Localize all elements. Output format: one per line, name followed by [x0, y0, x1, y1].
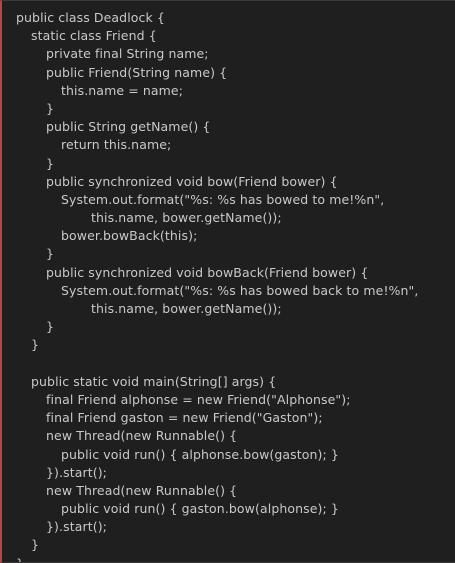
- code-line-text: System.out.format("%s: %s has bowed back…: [61, 282, 419, 298]
- code-line: public void run() { alphonse.bow(gaston)…: [2, 446, 455, 464]
- code-line: this.name = name;: [2, 82, 455, 100]
- code-line: System.out.format("%s: %s has bowed back…: [2, 282, 455, 300]
- code-line: bower.bowBack(this);: [2, 227, 455, 245]
- code-line: this.name, bower.getName());: [2, 300, 455, 318]
- code-line-text: bower.bowBack(this);: [61, 228, 198, 244]
- code-line: }).start();: [2, 518, 455, 536]
- code-line-text: return this.name;: [61, 137, 172, 153]
- code-line-text: }: [46, 100, 55, 116]
- code-line-text: public String getName() {: [46, 119, 211, 135]
- code-line: final Friend alphonse = new Friend("Alph…: [2, 391, 455, 409]
- code-line: public synchronized void bowBack(Friend …: [2, 264, 455, 282]
- code-line: }: [2, 100, 455, 118]
- code-line-text: static class Friend {: [31, 28, 157, 44]
- code-line: return this.name;: [2, 136, 455, 154]
- code-line: new Thread(new Runnable() {: [2, 482, 455, 500]
- code-line-text: public class Deadlock {: [16, 10, 165, 25]
- code-line-text: new Thread(new Runnable() {: [46, 428, 238, 444]
- code-line: System.out.format("%s: %s has bowed to m…: [2, 191, 455, 209]
- code-line-text: new Thread(new Runnable() {: [46, 482, 238, 498]
- code-line-text: public void run() { alphonse.bow(gaston)…: [61, 446, 339, 462]
- code-line-text: public void run() { gaston.bow(alphonse)…: [61, 501, 339, 517]
- code-block[interactable]: public class Deadlock { static class Frie…: [2, 9, 455, 562]
- code-line-text: }: [46, 319, 55, 335]
- code-line: public synchronized void bow(Friend bowe…: [2, 173, 455, 191]
- code-line-text: public synchronized void bow(Friend bowe…: [46, 173, 338, 189]
- code-line: private final String name;: [2, 45, 455, 63]
- code-line-text: private final String name;: [46, 46, 209, 62]
- code-line-text: }: [31, 337, 40, 353]
- code-line-text: }: [46, 155, 55, 171]
- code-line-text: this.name = name;: [61, 82, 184, 98]
- code-line-text: }).start();: [46, 519, 107, 535]
- code-line: public void run() { gaston.bow(alphonse)…: [2, 500, 455, 518]
- code-line: public class Deadlock {: [2, 9, 455, 27]
- code-line-text: this.name, bower.getName());: [91, 210, 282, 226]
- code-line: }: [2, 155, 455, 173]
- code-line-text: }: [31, 537, 40, 553]
- code-line: this.name, bower.getName());: [2, 209, 455, 227]
- code-line-text: }: [16, 555, 24, 562]
- code-line: public static void main(String[] args) {: [2, 373, 455, 391]
- code-line: final Friend gaston = new Friend("Gaston…: [2, 409, 455, 427]
- code-line: }: [2, 336, 455, 354]
- code-line: public String getName() {: [2, 118, 455, 136]
- code-line: public Friend(String name) {: [2, 64, 455, 82]
- code-line-text: System.out.format("%s: %s has bowed to m…: [61, 191, 385, 207]
- code-line-text: final Friend alphonse = new Friend("Alph…: [46, 391, 351, 407]
- code-line-text: }: [46, 246, 55, 262]
- code-line-text: public Friend(String name) {: [46, 64, 228, 80]
- code-line: }: [2, 536, 455, 554]
- code-line-text: }).start();: [46, 464, 107, 480]
- code-line-text: public static void main(String[] args) {: [31, 373, 277, 389]
- code-line: }: [2, 555, 455, 562]
- code-line: }: [2, 318, 455, 336]
- code-editor[interactable]: public class Deadlock { static class Frie…: [0, 0, 455, 563]
- code-line-text: public synchronized void bowBack(Friend …: [46, 264, 369, 280]
- code-line: static class Friend {: [2, 27, 455, 45]
- code-line: }: [2, 245, 455, 263]
- code-line: new Thread(new Runnable() {: [2, 427, 455, 445]
- code-line-text: final Friend gaston = new Friend("Gaston…: [46, 410, 323, 426]
- code-line: }).start();: [2, 464, 455, 482]
- code-line-text: this.name, bower.getName());: [91, 301, 282, 316]
